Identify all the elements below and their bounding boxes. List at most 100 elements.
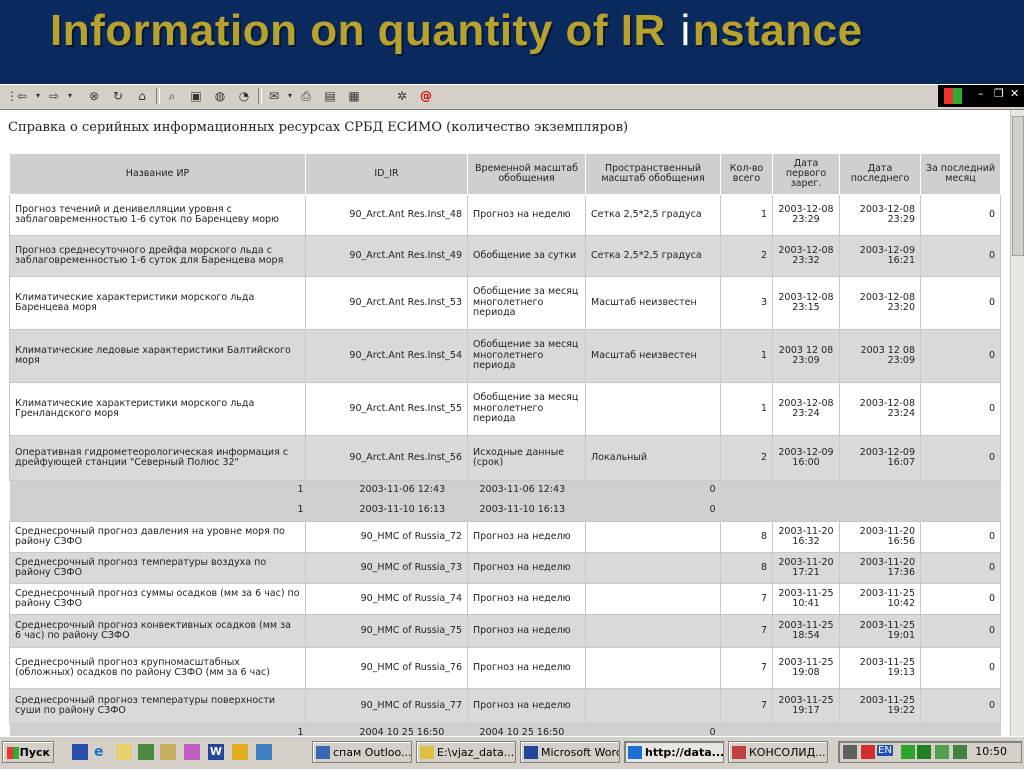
channels-icon[interactable]: ◔ <box>236 88 252 104</box>
last-date-cell: 2003-11-20 17:36 <box>839 552 921 584</box>
word-icon[interactable]: W <box>208 744 224 760</box>
vertical-scrollbar[interactable] <box>1010 110 1024 736</box>
folder-icon <box>420 746 434 759</box>
clock: 10:50 <box>975 745 1007 758</box>
toolbar-separator <box>156 88 160 104</box>
language-indicator[interactable]: EN <box>877 745 893 756</box>
resource-id-cell: 90_Arct.Ant Res.Inst_54 <box>305 329 468 383</box>
last-month-cell: 0 <box>920 435 1001 481</box>
space-scale-cell <box>585 382 721 436</box>
sub-row-cell: 1 2004 10 25 16:50 2004 10 25 16:50 0 <box>9 723 1001 736</box>
home-icon[interactable]: ⌂ <box>134 88 150 104</box>
last-month-cell: 0 <box>920 276 1001 330</box>
last-month-cell: 0 <box>920 614 1001 648</box>
scrollbar-thumb[interactable] <box>1012 116 1024 256</box>
resource-name-cell: Среднесрочный прогноз суммы осадков (мм … <box>9 583 306 615</box>
resource-name-cell: Среднесрочный прогноз конвективных осадк… <box>9 614 306 648</box>
tray-app-icon[interactable] <box>953 745 967 759</box>
save-icon[interactable] <box>72 744 88 760</box>
network-tray-icon[interactable] <box>843 745 857 759</box>
space-scale-cell: Сетка 2,5*2,5 градуса <box>585 194 721 236</box>
restore-icon[interactable]: ❐ <box>994 87 1004 100</box>
time-scale-cell: Обобщение за месяц многолетнего периода <box>467 382 586 436</box>
sub-row: 1 2004 10 25 16:50 2004 10 25 16:50 0 <box>9 723 1001 736</box>
resource-id-cell: 90_Arct.Ant Res.Inst_56 <box>305 435 468 481</box>
outlook-icon <box>316 746 330 759</box>
table-row: Среднесрочный прогноз суммы осадков (мм … <box>9 583 1001 615</box>
antivirus-icon[interactable] <box>861 745 875 759</box>
resource-id-cell: 90_HMC of Russia_76 <box>305 647 468 689</box>
tray-app-icon[interactable] <box>935 745 949 759</box>
forward-dropdown-icon[interactable]: ▾ <box>62 88 78 104</box>
time-scale-cell: Прогноз на неделю <box>467 688 586 724</box>
time-scale-cell: Обобщение за месяц многолетнего периода <box>467 329 586 383</box>
at-icon[interactable]: @ <box>418 88 434 104</box>
count-cell: 2 <box>720 235 773 277</box>
discuss-icon[interactable]: ▦ <box>346 88 362 104</box>
count-cell: 7 <box>720 583 773 615</box>
task-browser[interactable]: http://data.... <box>624 741 724 763</box>
forward-icon[interactable]: ⇨ <box>46 88 62 104</box>
task-explorer[interactable]: E:\vjaz_data... <box>416 741 516 763</box>
resource-id-cell: 90_Arct.Ant Res.Inst_48 <box>305 194 468 236</box>
stop-icon[interactable]: ⊗ <box>86 88 102 104</box>
media-icon[interactable] <box>232 744 248 760</box>
space-scale-cell <box>585 552 721 584</box>
back-icon[interactable]: ⇦ <box>14 88 30 104</box>
ie-icon <box>628 746 642 759</box>
first-date-cell: 2003-11-20 16:32 <box>772 521 840 553</box>
minimize-icon[interactable]: – <box>978 87 984 100</box>
history-icon[interactable]: ◍ <box>212 88 228 104</box>
mail-dropdown-icon[interactable]: ▾ <box>282 88 298 104</box>
resource-id-cell: 90_HMC of Russia_75 <box>305 614 468 648</box>
resource-name-cell: Климатические характеристики морского ль… <box>9 382 306 436</box>
search-icon[interactable]: ⌕ <box>164 88 180 104</box>
explorer-icon[interactable] <box>256 744 272 760</box>
ie-icon[interactable]: e <box>94 744 110 760</box>
settings-icon[interactable]: ✲ <box>394 88 410 104</box>
space-scale-cell: Локальный <box>585 435 721 481</box>
resource-name-cell: Среднесрочный прогноз температуры поверх… <box>9 688 306 724</box>
sub-row-value: 2003-11-10 16:13 <box>359 504 446 515</box>
count-cell: 2 <box>720 435 773 481</box>
task-label: E:\vjaz_data... <box>437 746 515 759</box>
toolbar-separator <box>258 88 262 104</box>
back-dropdown-icon[interactable]: ▾ <box>30 88 46 104</box>
title-text-i: i <box>680 6 691 55</box>
outlook-icon[interactable] <box>116 744 132 760</box>
time-scale-cell: Прогноз на неделю <box>467 552 586 584</box>
favorites-icon[interactable]: ▣ <box>188 88 204 104</box>
print-icon[interactable]: ⎙ <box>298 88 314 104</box>
edit-icon[interactable]: ▤ <box>322 88 338 104</box>
count-cell: 8 <box>720 552 773 584</box>
find-icon[interactable] <box>160 744 176 760</box>
browser-toolbar: ⋮ ⇦ ▾ ⇨ ▾ ⊗ ↻ ⌂ ⌕ ▣ ◍ ◔ ✉ ▾ ⎙ ▤ ▦ ✲ @ – … <box>0 84 1024 110</box>
mail-icon[interactable]: ✉ <box>266 88 282 104</box>
windows-flag-icon <box>7 747 19 759</box>
tray-app-icon[interactable] <box>901 745 915 759</box>
task-outlook[interactable]: спам Outloo... <box>312 741 412 763</box>
network-icon[interactable] <box>138 744 154 760</box>
close-icon[interactable]: ✕ <box>1010 87 1019 100</box>
paint-icon[interactable] <box>184 744 200 760</box>
time-scale-cell: Прогноз на неделю <box>467 647 586 689</box>
count-cell: 1 <box>720 382 773 436</box>
last-date-cell: 2003-12-09 16:07 <box>839 435 921 481</box>
task-word[interactable]: Microsoft Word <box>520 741 620 763</box>
last-month-cell: 0 <box>920 329 1001 383</box>
time-scale-cell: Обобщение за месяц многолетнего периода <box>467 276 586 330</box>
last-date-cell: 2003-11-25 10:42 <box>839 583 921 615</box>
count-cell: 8 <box>720 521 773 553</box>
task-document[interactable]: КОНСОЛИД... <box>728 741 828 763</box>
start-button[interactable]: Пуск <box>2 741 54 763</box>
resource-id-cell: 90_HMC of Russia_74 <box>305 583 468 615</box>
tray-app-icon[interactable] <box>917 745 931 759</box>
table-row: Прогноз течений и денивелляции уровня с … <box>9 194 1001 236</box>
sub-row-cell: 1 2003-11-06 12:43 2003-11-06 12:43 0 <box>9 480 1001 501</box>
sub-row-value: 1 <box>297 727 304 736</box>
space-scale-cell <box>585 688 721 724</box>
first-date-cell: 2003-12-08 23:15 <box>772 276 840 330</box>
refresh-icon[interactable]: ↻ <box>110 88 126 104</box>
count-cell: 7 <box>720 688 773 724</box>
resource-id-cell: 90_Arct.Ant Res.Inst_53 <box>305 276 468 330</box>
